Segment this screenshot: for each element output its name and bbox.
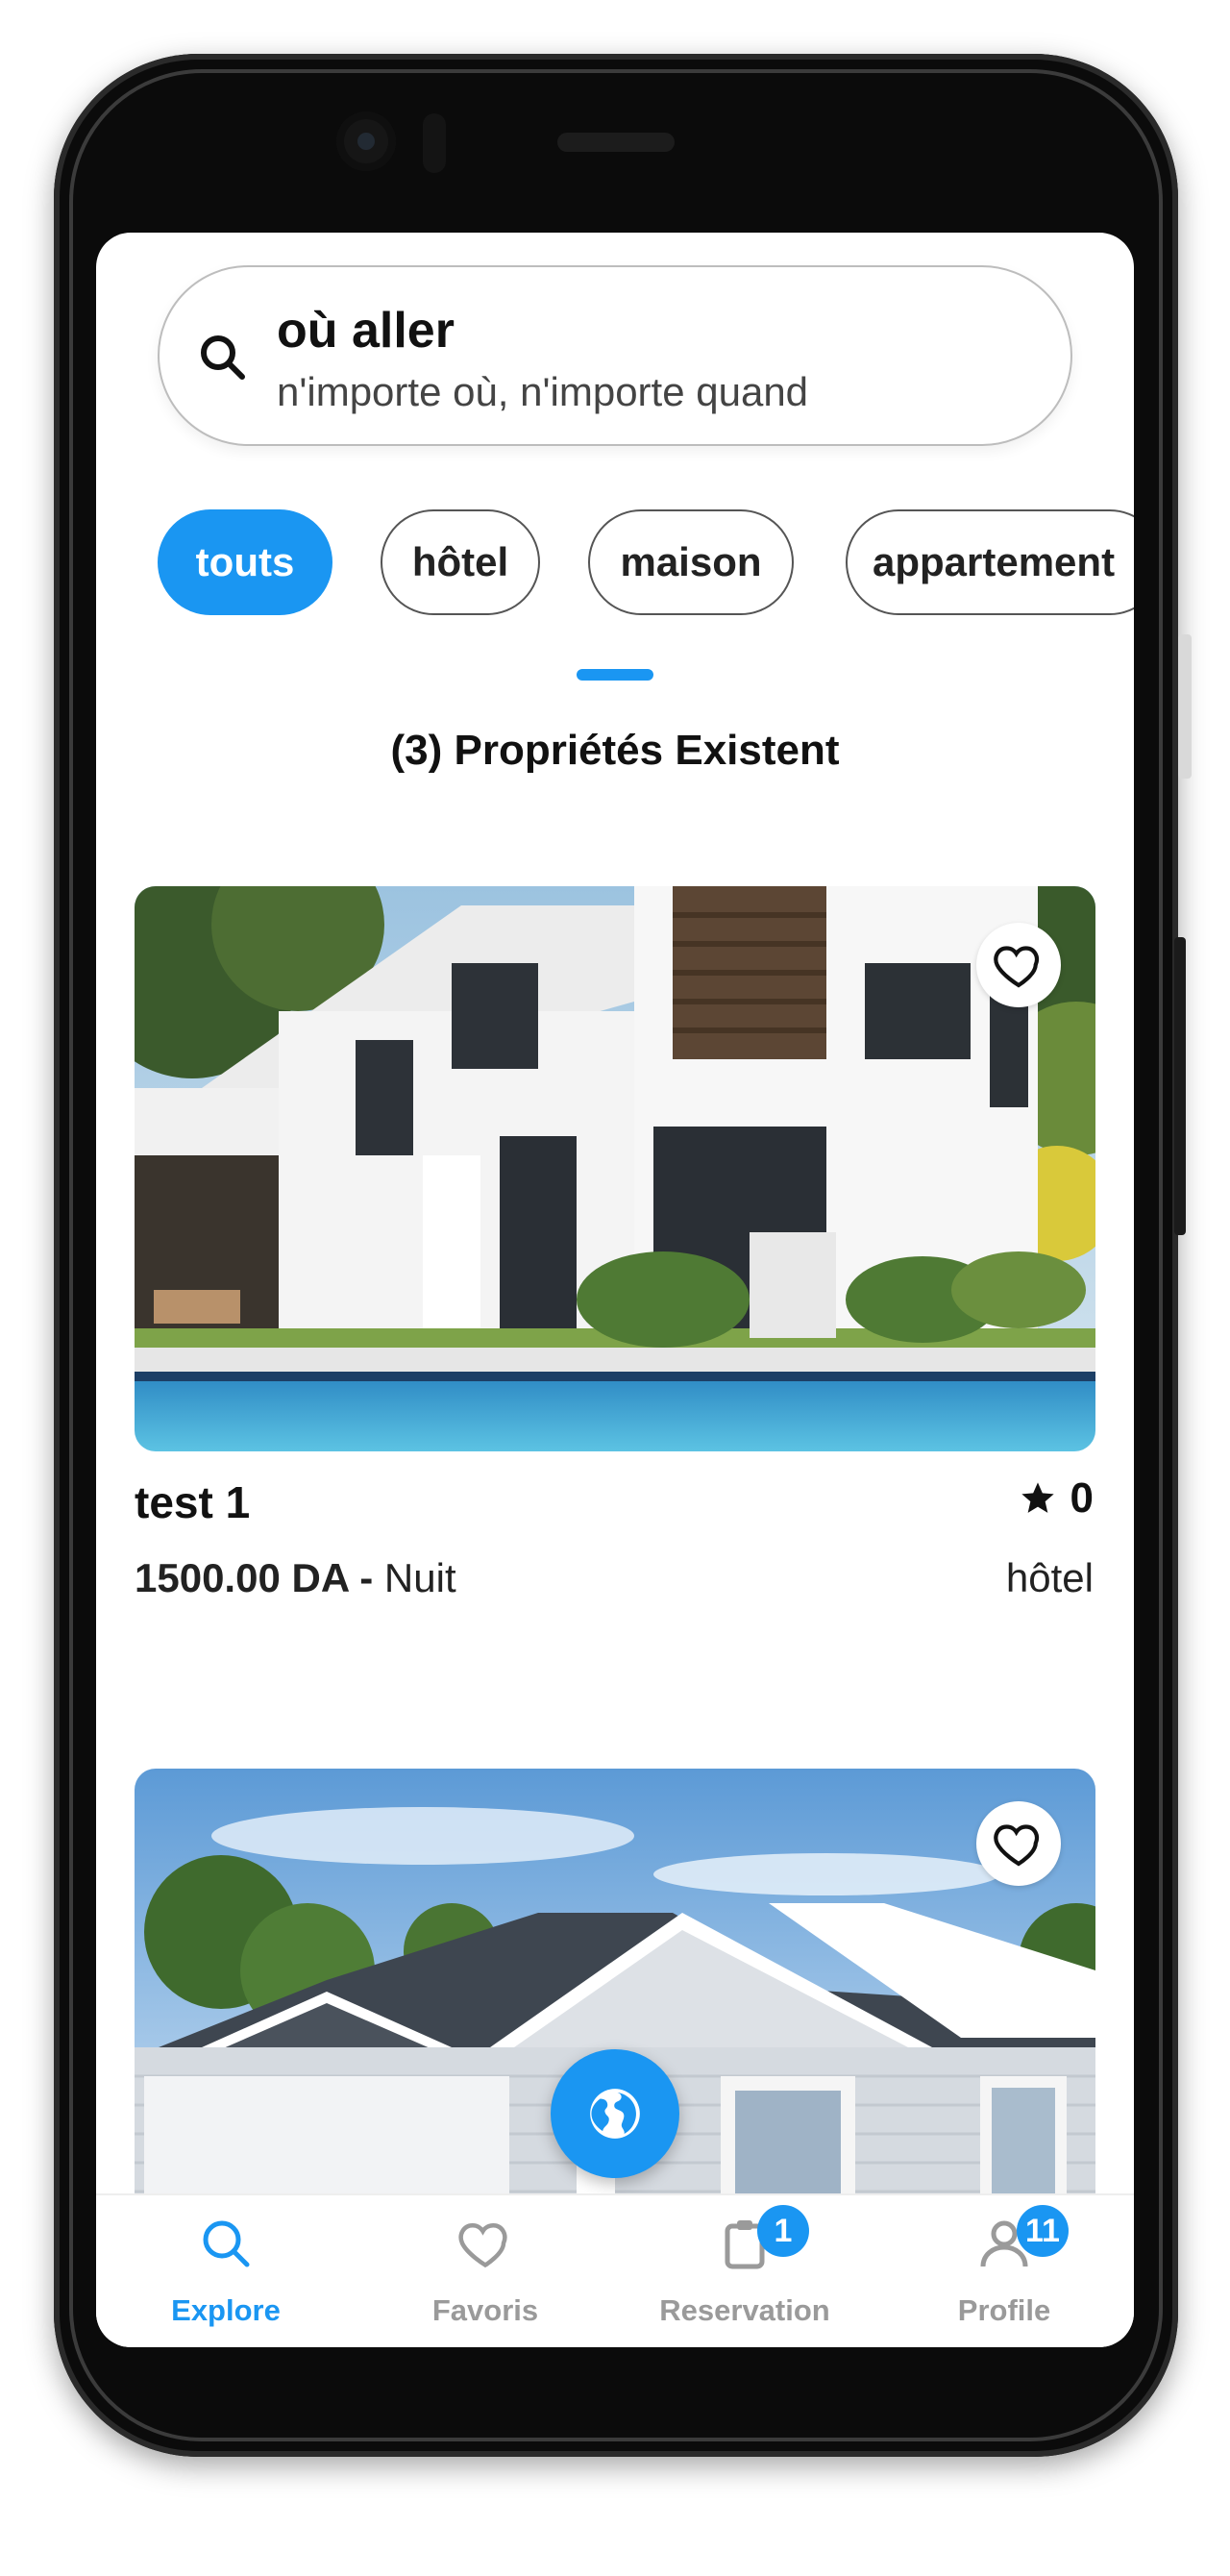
chip-touts[interactable]: touts (158, 509, 332, 615)
app-screen: où aller n'importe où, n'importe quand t… (96, 233, 1134, 2347)
search-icon (203, 2220, 250, 2267)
earpiece-speaker (557, 133, 675, 152)
nav-explore[interactable]: Explore (96, 2195, 356, 2347)
nav-label: Explore (171, 2293, 281, 2327)
globe-icon (590, 2089, 640, 2139)
sensor (423, 113, 446, 173)
search-icon (201, 335, 245, 380)
reservation-badge: 1 (757, 2205, 809, 2257)
nav-favoris[interactable]: Favoris (356, 2195, 615, 2347)
modern-villa-photo (135, 886, 1095, 1451)
results-count: (3) Propriétés Existent (390, 727, 840, 774)
chip-maison[interactable]: maison (588, 509, 794, 615)
rating-value: 0 (1070, 1474, 1094, 1522)
favorite-button[interactable] (976, 1801, 1061, 1886)
category-chips: touts hôtel maison appartement (158, 509, 1134, 621)
front-camera (336, 111, 396, 171)
heart-icon (994, 1824, 1040, 1867)
profile-badge: 11 (1017, 2205, 1069, 2257)
favorite-button[interactable] (976, 923, 1061, 1007)
nav-profile[interactable]: 11 Profile (874, 2195, 1134, 2347)
star-icon (1021, 1482, 1054, 1513)
nav-reservation[interactable]: 1 Reservation (615, 2195, 874, 2347)
price-value: 1500.00 DA - (135, 1555, 374, 1600)
listing-price: 1500.00 DA - Nuit (135, 1555, 456, 1601)
search-subtitle: n'importe où, n'importe quand (277, 369, 809, 414)
scroll-indicator (577, 669, 653, 681)
nav-label: Favoris (431, 2293, 539, 2327)
listing-type: hôtel (1005, 1555, 1094, 1600)
heart-icon (994, 946, 1040, 988)
nav-label: Reservation (659, 2293, 830, 2327)
bottom-navigation: Explore Favoris 1 Reservation 11 Profile (96, 2193, 1134, 2347)
heart-icon (458, 2222, 507, 2268)
nav-label: Profile (957, 2293, 1051, 2327)
chip-appartement[interactable]: appartement (846, 509, 1134, 615)
listing-rating: 0 (1019, 1474, 1094, 1523)
search-bar[interactable]: où aller n'importe où, n'importe quand (158, 265, 1072, 446)
price-unit: Nuit (383, 1555, 456, 1600)
chip-hotel[interactable]: hôtel (381, 509, 540, 615)
map-button[interactable] (551, 2049, 679, 2178)
power-button (1178, 634, 1192, 779)
search-title: où aller (277, 303, 455, 359)
listing-title[interactable]: test 1 (135, 1476, 250, 1528)
listing-image[interactable] (135, 886, 1095, 1451)
volume-button (1174, 937, 1186, 1235)
